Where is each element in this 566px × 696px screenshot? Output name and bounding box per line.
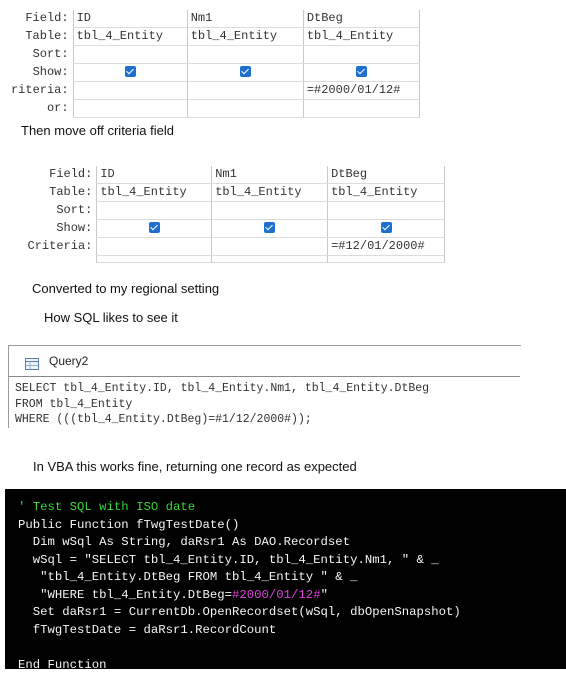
show-checkbox[interactable] — [355, 66, 367, 78]
code-line: fTwgTestDate = daRsr1.RecordCount — [18, 622, 277, 637]
or-cell[interactable] — [302, 99, 421, 118]
criteria-cell-dtbeg[interactable]: =#2000/01/12# — [302, 81, 421, 100]
criteria-cell[interactable] — [186, 81, 304, 100]
field-cell-dtbeg[interactable]: DtBeg — [302, 10, 421, 28]
sql-line: FROM tbl_4_Entity — [15, 397, 133, 411]
table-cell[interactable]: tbl_4_Entity — [72, 27, 188, 46]
sort-cell[interactable] — [186, 45, 304, 64]
query-icon — [25, 358, 39, 370]
code-line: Dim wSql As String, daRsr1 As DAO.Record… — [18, 535, 351, 549]
title-divider — [9, 376, 520, 377]
code-line: End Function — [18, 657, 107, 672]
table-cell[interactable]: tbl_4_Entity — [96, 183, 212, 202]
criteria-cell-dtbeg[interactable]: =#12/01/2000# — [327, 237, 445, 256]
sql-view[interactable]: SELECT tbl_4_Entity.ID, tbl_4_Entity.Nm1… — [15, 381, 429, 428]
show-row: Show: — [0, 219, 445, 238]
show-checkbox[interactable] — [239, 66, 251, 78]
code-line: "tbl_4_Entity.DtBeg FROM tbl_4_Entity " … — [18, 570, 358, 584]
show-checkbox[interactable] — [264, 222, 276, 234]
field-label: Field: — [25, 11, 69, 26]
sort-label: Sort: — [56, 203, 93, 217]
caption-sql: How SQL likes to see it — [44, 310, 178, 325]
table-label: Table: — [49, 185, 93, 199]
sql-line: WHERE (((tbl_4_Entity.DtBeg)=#1/12/2000#… — [15, 413, 312, 426]
sort-cell[interactable] — [327, 201, 445, 220]
query-design-grid-1: Field: ID Nm1 DtBeg Table: tbl_4_Entity … — [0, 10, 421, 118]
show-checkbox[interactable] — [124, 66, 136, 78]
code-line: wSql = "SELECT tbl_4_Entity.ID, tbl_4_En… — [18, 552, 439, 567]
caption-regional: Converted to my regional setting — [32, 281, 220, 296]
show-checkbox[interactable] — [380, 222, 392, 234]
table-row: Table: tbl_4_Entity tbl_4_Entity tbl_4_E… — [0, 27, 421, 46]
code-line: "WHERE tbl_4_Entity.DtBeg= — [18, 587, 233, 602]
criteria-cell[interactable] — [72, 81, 188, 100]
show-label: Show: — [56, 221, 93, 235]
field-cell-id[interactable]: ID — [96, 166, 212, 184]
criteria-label: Criteria: — [27, 239, 93, 253]
field-row: Field: ID Nm1 DtBeg — [0, 10, 421, 28]
field-cell-nm1[interactable]: Nm1 — [186, 10, 304, 28]
sql-line: SELECT tbl_4_Entity.ID, tbl_4_Entity.Nm1… — [15, 382, 430, 395]
or-cell[interactable] — [186, 99, 304, 118]
or-label: or: — [46, 101, 69, 115]
criteria-cell[interactable] — [96, 237, 212, 256]
table-label: Table: — [25, 29, 69, 43]
sort-row: Sort: — [0, 201, 445, 220]
sort-cell[interactable] — [302, 45, 421, 64]
code-comment: ' Test SQL with ISO date — [18, 500, 196, 514]
show-checkbox[interactable] — [148, 222, 160, 234]
table-row: Table: tbl_4_Entity tbl_4_Entity tbl_4_E… — [0, 183, 445, 202]
show-row: Show: — [0, 63, 421, 82]
or-row: or: — [0, 99, 421, 118]
show-label: Show: — [32, 65, 69, 79]
field-row: Field: ID Nm1 DtBeg — [0, 166, 445, 184]
criteria-row: riteria: =#2000/01/12# — [0, 81, 421, 100]
query-title: Query2 — [49, 354, 89, 368]
caption-vba: In VBA this works fine, returning one re… — [33, 459, 357, 474]
field-cell-nm1[interactable]: Nm1 — [211, 166, 328, 184]
criteria-row: Criteria: =#12/01/2000# — [0, 237, 445, 256]
table-cell[interactable]: tbl_4_Entity — [327, 183, 445, 202]
field-label: Field: — [49, 167, 93, 182]
iso-date-literal: #2000/01/12# — [232, 587, 321, 602]
table-cell[interactable]: tbl_4_Entity — [186, 27, 304, 46]
or-row-clipped — [0, 255, 445, 263]
table-cell[interactable]: tbl_4_Entity — [302, 27, 421, 46]
field-cell-dtbeg[interactable]: DtBeg — [327, 166, 445, 184]
criteria-cell[interactable] — [211, 237, 328, 256]
sort-label: Sort: — [32, 47, 69, 61]
table-cell[interactable]: tbl_4_Entity — [211, 183, 328, 202]
caption-move-off: Then move off criteria field — [21, 123, 174, 138]
or-cell[interactable] — [72, 99, 188, 118]
sort-cell[interactable] — [96, 201, 212, 220]
vba-code-block: ' Test SQL with ISO date Public Function… — [5, 489, 566, 672]
code-line: " — [320, 587, 328, 602]
field-cell-id[interactable]: ID — [72, 10, 188, 28]
query-window: Query2 SELECT tbl_4_Entity.ID, tbl_4_Ent… — [8, 345, 521, 428]
sort-cell[interactable] — [211, 201, 328, 220]
code-line: Public Function fTwgTestDate() — [18, 517, 240, 532]
sort-cell[interactable] — [72, 45, 188, 64]
sort-row: Sort: — [0, 45, 421, 64]
code-line: Set daRsr1 = CurrentDb.OpenRecordset(wSq… — [18, 605, 461, 619]
query-design-grid-2: Field: ID Nm1 DtBeg Table: tbl_4_Entity … — [0, 166, 445, 263]
criteria-label: riteria: — [10, 83, 69, 97]
